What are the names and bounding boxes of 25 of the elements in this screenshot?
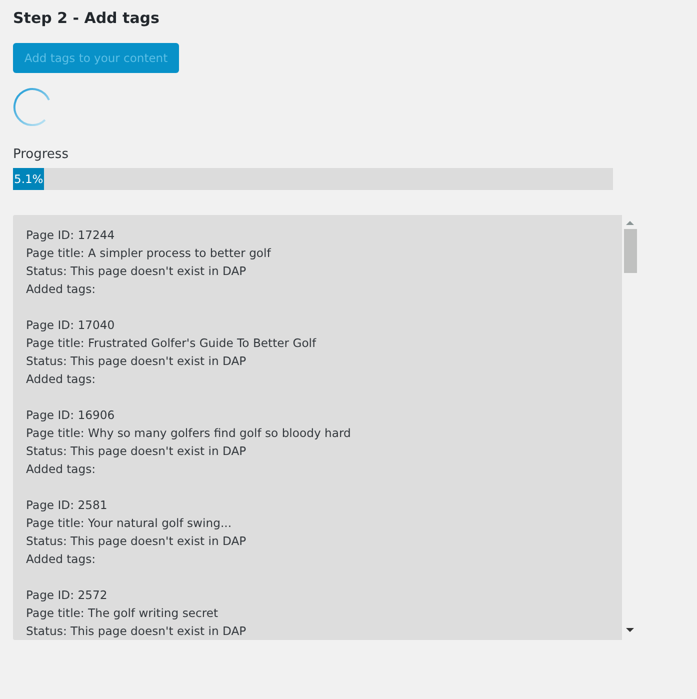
scroll-thumb xyxy=(624,229,636,273)
log-line: Page title: The golf writing secret xyxy=(26,605,220,622)
log-line: Page ID: 2581 xyxy=(26,497,108,514)
log-line: Page ID: 17244 xyxy=(26,227,116,244)
log-line: Page title: Your natural golf swing... xyxy=(26,515,233,532)
log-line: Status: This page doesn't exist in DAP xyxy=(26,443,248,460)
section-heading: Step 2 - Add tags xyxy=(13,8,160,28)
log-line: Added tags: xyxy=(26,461,97,478)
log-line: Page title: A simpler process to better golf xyxy=(26,245,272,262)
log-line: Added tags: xyxy=(26,551,97,568)
progress-label: Progress xyxy=(13,146,70,164)
log-line: Status: This page doesn't exist in DAP xyxy=(26,533,248,550)
log-line: Added tags: xyxy=(26,371,97,388)
log-line: Page ID: 17040 xyxy=(26,317,116,334)
log-line: Page ID: 16906 xyxy=(26,407,116,424)
scroll-down-icon xyxy=(626,628,634,632)
log-line: Status: This page doesn't exist in DAP xyxy=(26,353,248,370)
progress-percentage: 5.1% xyxy=(14,171,44,187)
log-line: Added tags: xyxy=(26,281,97,298)
log-line: Status: This page doesn't exist in DAP xyxy=(26,623,248,640)
log-line: Status: This page doesn't exist in DAP xyxy=(26,263,248,280)
log-line: Page title: Frustrated Golfer's Guide To Better Golf xyxy=(26,335,318,352)
log-line: Page ID: 2572 xyxy=(26,587,108,604)
scroll-up-icon xyxy=(626,221,634,225)
log-line: Page title: Why so many golfers find golf so bloody hard xyxy=(26,425,352,442)
